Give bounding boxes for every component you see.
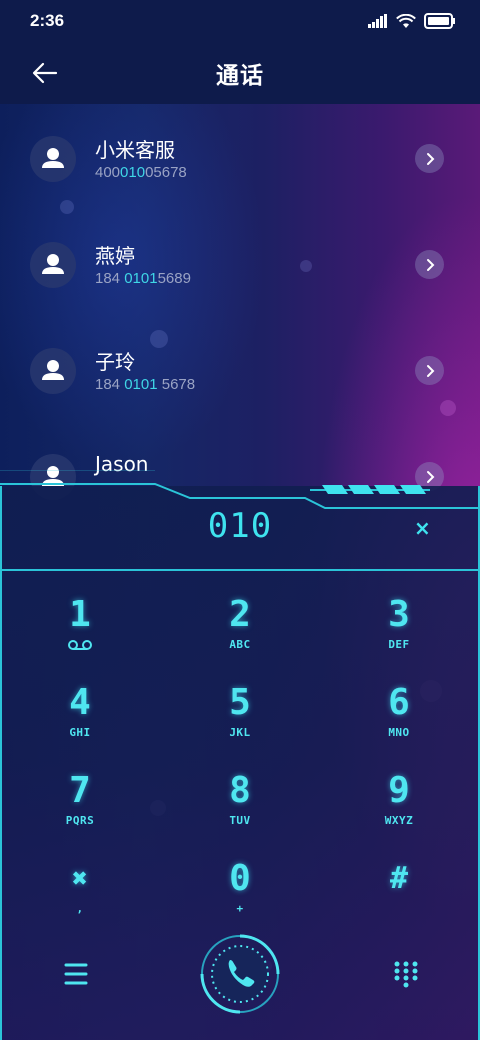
key-letters: PQRS [65, 814, 95, 827]
person-icon [42, 148, 64, 168]
key-digit: 9 [388, 770, 410, 811]
menu-icon[interactable] [62, 960, 90, 988]
key-letters: + [236, 902, 244, 915]
chevron-right-icon [426, 152, 434, 165]
key-letters: MNO [388, 726, 410, 739]
dialpad-icon[interactable] [392, 960, 420, 988]
key-letters: JKL [229, 726, 251, 739]
avatar [30, 348, 76, 394]
key-letters: TUV [229, 814, 251, 827]
key-9[interactable]: 9 WXYZ [344, 770, 454, 850]
key-6[interactable]: 6 MNO [344, 682, 454, 762]
clear-button[interactable]: × [414, 516, 431, 540]
key-4[interactable]: 4 GHI [25, 682, 135, 762]
key-digit: 2 [229, 594, 251, 635]
wifi-icon [396, 13, 416, 28]
contact-number: 40001005678 [95, 164, 187, 181]
key-digit: 8 [229, 770, 251, 811]
contact-row[interactable]: 燕婷 184 01015689 [0, 210, 480, 316]
person-icon [42, 254, 64, 274]
key-digit: 0 [229, 858, 251, 899]
key-0[interactable]: 0 + [185, 858, 295, 938]
contact-row[interactable]: 小米客服 40001005678 [0, 104, 480, 210]
back-arrow-icon[interactable] [30, 58, 60, 88]
key-8[interactable]: 8 TUV [185, 770, 295, 850]
contact-name: 子玲 [95, 350, 135, 374]
avatar [30, 136, 76, 182]
key-1[interactable]: 1 [25, 594, 135, 674]
key-digit: 6 [388, 682, 410, 723]
call-button[interactable] [198, 932, 282, 1016]
signal-icon [368, 14, 387, 28]
key-letters: ABC [229, 638, 251, 651]
dialpad-panel: 010 × 1 2 ABC 3 DEF 4 GHI 5 JKL 6 MNO 7 … [0, 470, 480, 1040]
dialed-number: 010 [207, 506, 273, 546]
key-star[interactable]: ✖ , [25, 858, 135, 938]
header: 通话 [0, 42, 480, 104]
page-title: 通话 [216, 63, 264, 89]
key-digit: 4 [69, 682, 91, 723]
key-letters: GHI [69, 726, 91, 739]
key-3[interactable]: 3 DEF [344, 594, 454, 674]
details-button[interactable] [415, 250, 444, 279]
contact-number: 184 01015689 [95, 270, 191, 287]
key-letters: , [76, 902, 84, 915]
chevron-right-icon [426, 258, 434, 271]
avatar [30, 242, 76, 288]
key-digit: 5 [229, 682, 251, 723]
voicemail-icon [68, 640, 92, 650]
key-hash[interactable]: # [344, 858, 454, 938]
divider [0, 569, 480, 571]
key-digit: 7 [69, 770, 91, 811]
key-digit: 3 [388, 594, 410, 635]
details-button[interactable] [415, 356, 444, 385]
key-5[interactable]: 5 JKL [185, 682, 295, 762]
key-digit: 1 [69, 594, 91, 635]
chevron-right-icon [426, 364, 434, 377]
key-digit: ✖ [72, 864, 88, 894]
key-letters: WXYZ [384, 814, 414, 827]
contact-number: 184 0101 5678 [95, 376, 196, 393]
contact-name: 燕婷 [95, 244, 135, 268]
person-icon [42, 360, 64, 380]
details-button[interactable] [415, 144, 444, 173]
contact-name: 小米客服 [95, 138, 175, 162]
key-2[interactable]: 2 ABC [185, 594, 295, 674]
battery-icon [424, 13, 455, 29]
status-time: 2:36 [30, 11, 65, 30]
dialpad-frame-decoration [0, 470, 480, 509]
key-digit: # [389, 861, 409, 896]
status-bar: 2:36 [0, 0, 480, 42]
key-7[interactable]: 7 PQRS [25, 770, 135, 850]
contact-row[interactable]: 子玲 184 0101 5678 [0, 316, 480, 422]
key-letters: DEF [388, 638, 410, 651]
